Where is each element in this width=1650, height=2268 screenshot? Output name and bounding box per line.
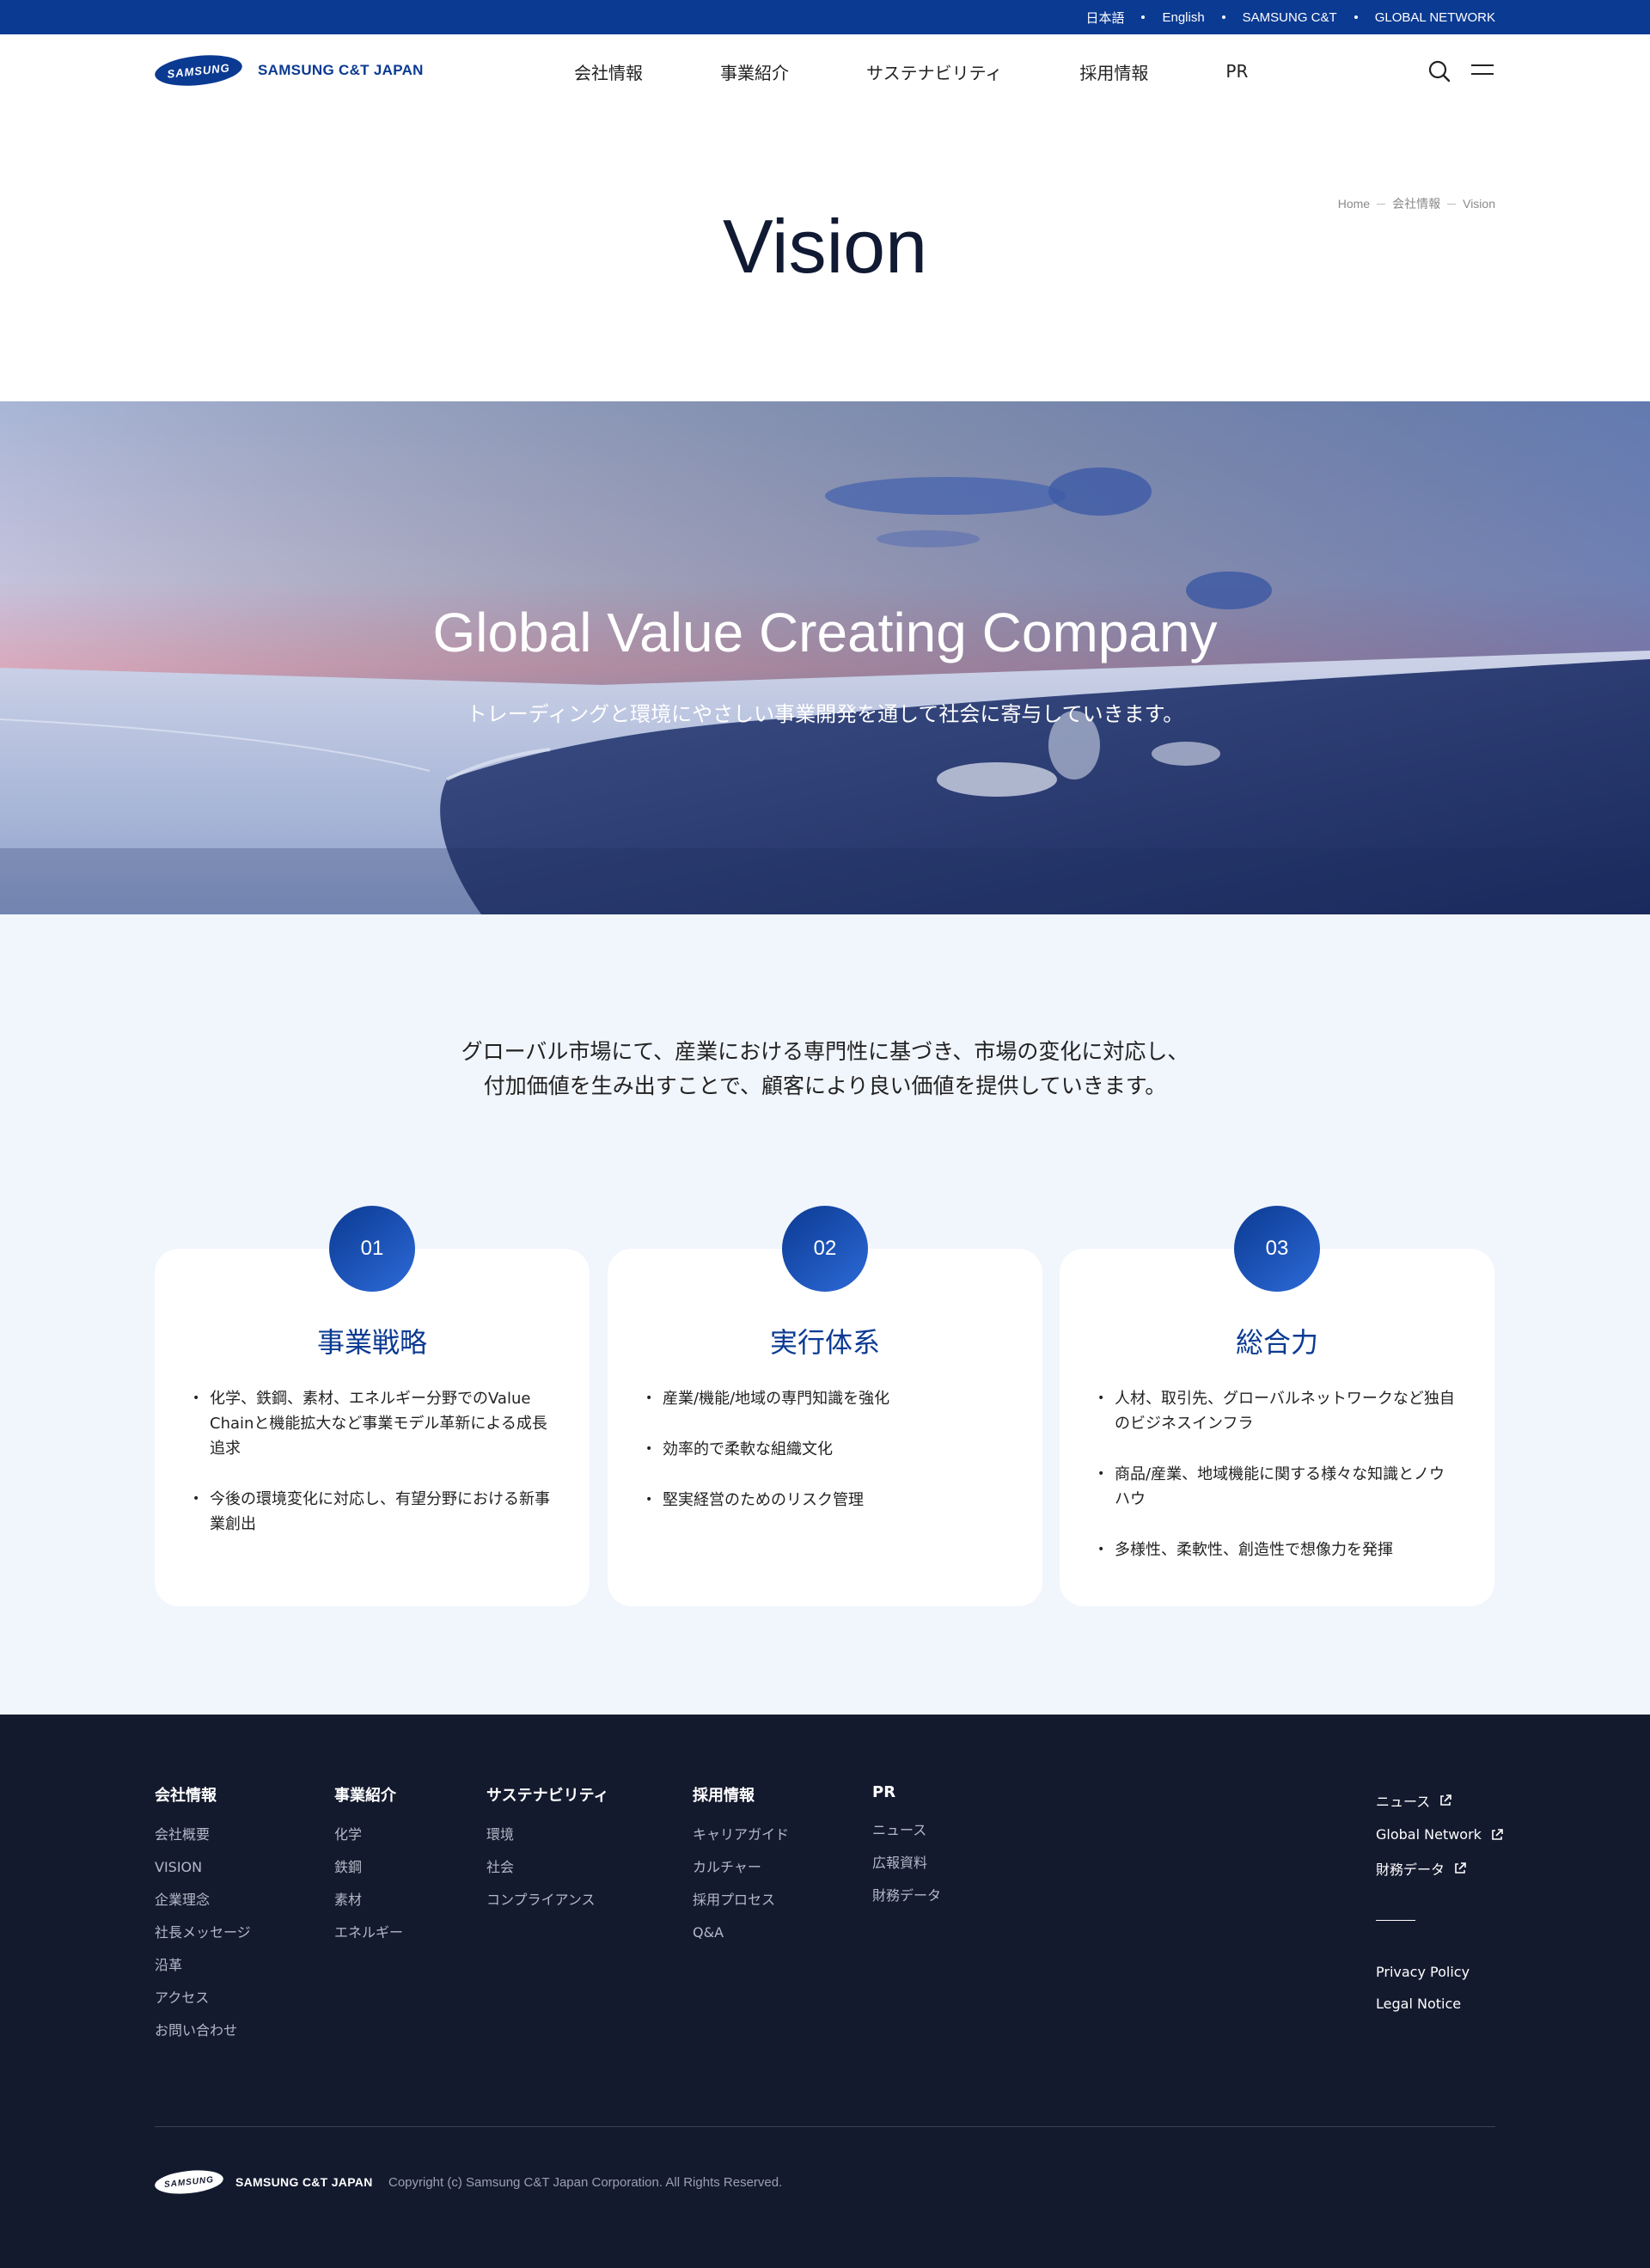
footer-link[interactable]: アクセス	[155, 1990, 251, 2007]
list-item: 産業/機能/地域の専門知識を強化	[645, 1386, 1008, 1411]
footer-link[interactable]: キャリアガイド	[693, 1826, 789, 1843]
footer-heading[interactable]: PR	[872, 1783, 941, 1801]
footer-heading[interactable]: 事業紹介	[334, 1783, 403, 1806]
site-footer: 会社情報 会社概要 VISION 企業理念 社長メッセージ 沿革 アクセス お問…	[0, 1715, 1650, 2268]
list-item: 人材、取引先、グローバルネットワークなど独自のビジネスインフラ	[1097, 1386, 1460, 1436]
footer-link[interactable]: 企業理念	[155, 1892, 251, 1909]
nav-item-company[interactable]: 会社情報	[574, 59, 643, 84]
utility-bar: 日本語 English SAMSUNG C&T GLOBAL NETWORK	[0, 0, 1650, 34]
footer-heading[interactable]: 会社情報	[155, 1783, 251, 1806]
nav-item-careers[interactable]: 採用情報	[1079, 59, 1148, 84]
footer-link[interactable]: 財務データ	[872, 1887, 941, 1904]
footer-link[interactable]: 環境	[486, 1826, 609, 1843]
footer-column-business: 事業紹介 化学 鉄鋼 素材 エネルギー	[334, 1783, 403, 1957]
footer-link[interactable]: 社会	[486, 1859, 609, 1876]
footer-external-link-news[interactable]: ニュース	[1376, 1790, 1504, 1811]
card-number-badge: 03	[1234, 1206, 1320, 1292]
page-title: Vision	[722, 204, 928, 289]
nav-item-sustainability[interactable]: サステナビリティ	[866, 59, 1002, 84]
samsung-logo-mark: SAMSUNG	[153, 51, 244, 90]
footer-column-company: 会社情報 会社概要 VISION 企業理念 社長メッセージ 沿革 アクセス お問…	[155, 1783, 251, 2055]
copyright-text: Copyright (c) Samsung C&T Japan Corporat…	[388, 2175, 783, 2190]
external-link-label: ニュース	[1376, 1794, 1431, 1810]
card-title: 事業戦略	[316, 1326, 427, 1359]
footer-link[interactable]: コンプライアンス	[486, 1892, 609, 1909]
list-item: 化学、鉄鋼、素材、エネルギー分野でのValue Chainと機能拡大など事業モデ…	[192, 1386, 555, 1461]
footer-logo[interactable]: SAMSUNG SAMSUNG C&T JAPAN	[153, 2167, 373, 2198]
vision-section: グローバル市場にて、産業における専門性に基づき、市場の変化に対応し、 付加価値を…	[0, 914, 1650, 1715]
legal-notice-link[interactable]: Legal Notice	[1376, 1996, 1504, 2012]
hero-subtitle: トレーディングと環境にやさしい事業開発を通して社会に寄与していきます。	[466, 702, 1184, 726]
nav-item-business[interactable]: 事業紹介	[720, 59, 789, 84]
card-list: 産業/機能/地域の専門知識を強化 効率的で柔軟な組織文化 堅実経営のためのリスク…	[645, 1386, 1008, 1538]
footer-link[interactable]: Q&A	[693, 1924, 789, 1941]
external-link-label: 財務データ	[1376, 1861, 1445, 1878]
card-title: 総合力	[1235, 1326, 1318, 1359]
external-link-label: Global Network	[1376, 1826, 1482, 1843]
footer-link[interactable]: 鉄鋼	[334, 1859, 403, 1876]
nav-item-pr[interactable]: PR	[1225, 61, 1248, 82]
footer-column-careers: 採用情報 キャリアガイド カルチャー 採用プロセス Q&A	[693, 1783, 789, 1957]
footer-heading[interactable]: 採用情報	[693, 1783, 789, 1806]
list-item: 堅実経営のためのリスク管理	[645, 1488, 1008, 1513]
hero-banner: Global Value Creating Company トレーディングと環境…	[0, 401, 1650, 914]
footer-link[interactable]: エネルギー	[334, 1924, 403, 1941]
site-logo[interactable]: SAMSUNG SAMSUNG C&T JAPAN	[153, 51, 424, 90]
card-list: 化学、鉄鋼、素材、エネルギー分野でのValue Chainと機能拡大など事業モデ…	[192, 1386, 555, 1562]
vision-card-capability: 03 総合力 人材、取引先、グローバルネットワークなど独自のビジネスインフラ 商…	[1060, 1206, 1494, 1606]
list-item: 今後の環境変化に対応し、有望分野における新事業創出	[192, 1487, 555, 1537]
external-link-icon	[1492, 1828, 1503, 1840]
card-number-badge: 01	[329, 1206, 415, 1292]
footer-link[interactable]: 沿革	[155, 1957, 251, 1974]
lang-english-link[interactable]: English	[1145, 10, 1221, 25]
footer-right-links: ニュース Global Network 財務データ Privacy Policy…	[1376, 1790, 1504, 2027]
external-link-icon	[1440, 1794, 1452, 1806]
footer-link[interactable]: カルチャー	[693, 1859, 789, 1876]
logo-text: SAMSUNG C&T JAPAN	[258, 62, 424, 78]
vision-card-strategy: 01 事業戦略 化学、鉄鋼、素材、エネルギー分野でのValue Chainと機能…	[155, 1206, 590, 1606]
card-list: 人材、取引先、グローバルネットワークなど独自のビジネスインフラ 商品/産業、地域…	[1097, 1386, 1460, 1588]
list-item: 効率的で柔軟な組織文化	[645, 1437, 1008, 1462]
global-network-link[interactable]: GLOBAL NETWORK	[1358, 10, 1495, 25]
footer-link[interactable]: 化学	[334, 1826, 403, 1843]
footer-column-sustainability: サステナビリティ 環境 社会 コンプライアンス	[486, 1783, 609, 1924]
list-item: 多様性、柔軟性、創造性で想像力を発揮	[1097, 1537, 1460, 1562]
samsung-logo-mark: SAMSUNG	[153, 2167, 225, 2198]
footer-link[interactable]: 採用プロセス	[693, 1892, 789, 1909]
hero-title: Global Value Creating Company	[432, 602, 1218, 663]
footer-link[interactable]: 広報資料	[872, 1855, 941, 1872]
samsung-ct-link[interactable]: SAMSUNG C&T	[1225, 10, 1354, 25]
search-icon[interactable]	[1427, 58, 1452, 84]
footer-divider	[1376, 1920, 1415, 1921]
card-number-badge: 02	[782, 1206, 868, 1292]
footer-divider	[155, 2126, 1495, 2127]
main-nav: 会社情報 事業紹介 サステナビリティ 採用情報 PR	[574, 34, 1248, 108]
lang-japanese-link[interactable]: 日本語	[1068, 9, 1141, 27]
footer-link[interactable]: VISION	[155, 1859, 251, 1876]
intro-line-1: グローバル市場にて、産業における専門性に基づき、市場の変化に対応し、	[461, 1039, 1189, 1064]
list-item: 商品/産業、地域機能に関する様々な知識とノウハウ	[1097, 1462, 1460, 1512]
footer-column-pr: PR ニュース 広報資料 財務データ	[872, 1783, 941, 1920]
site-header: SAMSUNG SAMSUNG C&T JAPAN 会社情報 事業紹介 サステナ…	[0, 34, 1650, 108]
menu-icon[interactable]	[1471, 60, 1495, 83]
footer-logo-text: SAMSUNG C&T JAPAN	[235, 2175, 373, 2189]
footer-link[interactable]: お問い合わせ	[155, 2022, 251, 2039]
footer-link[interactable]: 社長メッセージ	[155, 1924, 251, 1941]
footer-link[interactable]: 会社概要	[155, 1826, 251, 1843]
utility-links: 日本語 English SAMSUNG C&T GLOBAL NETWORK	[1068, 0, 1495, 34]
intro-text: グローバル市場にて、産業における専門性に基づき、市場の変化に対応し、 付加価値を…	[0, 1035, 1650, 1103]
external-link-icon	[1455, 1862, 1466, 1874]
intro-line-2: 付加価値を生み出すことで、顧客により良い価値を提供していきます。	[483, 1073, 1167, 1098]
footer-link[interactable]: ニュース	[872, 1822, 941, 1839]
footer-link[interactable]: 素材	[334, 1892, 403, 1909]
card-title: 実行体系	[769, 1326, 880, 1359]
footer-external-link-global-network[interactable]: Global Network	[1376, 1826, 1504, 1843]
vision-card-execution: 02 実行体系 産業/機能/地域の専門知識を強化 効率的で柔軟な組織文化 堅実経…	[608, 1206, 1042, 1606]
footer-heading[interactable]: サステナビリティ	[486, 1783, 609, 1806]
privacy-policy-link[interactable]: Privacy Policy	[1376, 1964, 1504, 1980]
footer-external-link-financial[interactable]: 財務データ	[1376, 1858, 1504, 1879]
